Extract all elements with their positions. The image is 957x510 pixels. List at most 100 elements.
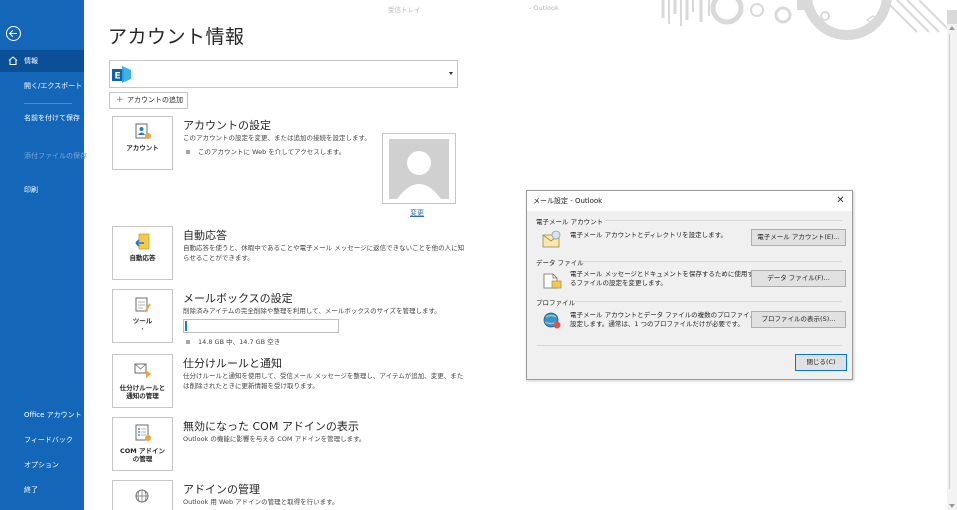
- sidebar-item-label: 終了: [24, 486, 38, 494]
- window-title-app: - Outlook: [529, 4, 559, 12]
- data-files-icon: [543, 273, 562, 289]
- account-settings-title: アカウントの設定: [183, 119, 271, 132]
- tile-label: COM アドイン の管理: [113, 447, 172, 463]
- profiles-desc: 電子メール アカウントとデータ ファイルの複数のプロファイルを 設定します。通常…: [570, 311, 763, 328]
- sidebar-item-open-export[interactable]: 開く/エクスポート: [0, 75, 84, 97]
- data-files-group-title: データ ファイル: [536, 259, 584, 267]
- sidebar-item-label: Office アカウント: [24, 411, 82, 419]
- plus-icon: +: [116, 95, 124, 105]
- header-decoration-art: [661, 0, 957, 40]
- mailbox-usage-bar: [183, 319, 339, 333]
- scroll-down-icon[interactable]: [949, 504, 955, 508]
- scroll-up-icon[interactable]: [949, 26, 955, 30]
- account-settings-button[interactable]: アカウント: [112, 116, 173, 170]
- addins-desc: Outlook 用 Web アドインの管理と取得を行います。: [183, 498, 339, 506]
- dialog-title: メール設定 - Outlook: [533, 197, 603, 205]
- tile-label-line: ツール: [132, 317, 153, 325]
- tile-label: 仕分けルールと 通知の管理: [113, 384, 172, 400]
- mailbox-settings-desc: 削除済みアイテムの完全削除や整理を利用して、メールボックスのサイズを管理します。: [183, 307, 441, 315]
- email-accounts-desc: 電子メール アカウントとディレクトリを設定します。: [570, 231, 727, 239]
- web-access-link[interactable]: このアカウントに Web を介してアクセスします。: [186, 146, 345, 156]
- tile-label-line: 仕分けルールと: [119, 384, 166, 392]
- com-addins-desc: Outlook の機能に影響を与える COM アドインを管理します。: [183, 435, 366, 443]
- mailbox-free-space: 14.8 GB 中、14.7 GB 空き: [186, 336, 280, 346]
- com-addins-title: 無効になった COM アドインの表示: [183, 420, 359, 433]
- rules-alerts-title: 仕分けルールと通知: [183, 357, 282, 370]
- automatic-replies-desc: 自動応答を使うと、休暇中であることや電子メール メッセージに返信できないことを他…: [183, 244, 465, 262]
- sidebar-item-label: 添付ファイルの保存: [24, 152, 87, 160]
- account-selector[interactable]: E: [109, 60, 458, 88]
- sidebar-item-office-account[interactable]: Office アカウント: [0, 404, 84, 426]
- sidebar-item-options[interactable]: オプション: [0, 454, 84, 476]
- tile-label: ツール ·: [113, 317, 172, 333]
- sidebar-item-label: フィードバック: [24, 436, 73, 444]
- chevron-down-icon: [449, 72, 453, 75]
- com-addins-icon: [135, 424, 151, 441]
- page-title: アカウント情報: [108, 26, 245, 48]
- sidebar-item-save-attachments: 添付ファイルの保存: [0, 145, 87, 167]
- change-photo-link[interactable]: 変更: [410, 208, 424, 218]
- sidebar-item-info[interactable]: 情報: [0, 50, 84, 72]
- footer-divider: [537, 345, 842, 346]
- home-icon: [8, 56, 18, 65]
- sidebar-item-save-as[interactable]: 名前を付けて保存: [0, 107, 84, 129]
- close-icon[interactable]: ✕: [835, 195, 846, 206]
- tile-label: アカウント: [113, 144, 172, 152]
- back-arrow-icon[interactable]: [6, 26, 21, 41]
- addins-title: アドインの管理: [183, 483, 260, 496]
- sidebar-item-feedback[interactable]: フィードバック: [0, 429, 84, 451]
- globe-addins-icon: [135, 489, 149, 503]
- sidebar-divider: [24, 103, 72, 104]
- svg-text:E: E: [115, 72, 121, 82]
- tile-label-line: COM アドイン: [119, 447, 166, 455]
- tile-label-chevron: ·: [141, 325, 144, 333]
- rules-alerts-icon: [134, 363, 151, 378]
- add-account-button[interactable]: + アカウントの追加: [109, 92, 188, 109]
- add-account-label: アカウントの追加: [127, 96, 183, 104]
- data-files-button[interactable]: データ ファイル(F)...: [751, 270, 846, 287]
- email-accounts-icon: [542, 230, 561, 248]
- sidebar-item-label: 印刷: [24, 186, 38, 194]
- email-accounts-group-title: 電子メール アカウント: [536, 218, 604, 226]
- group-divider: [605, 220, 842, 221]
- sidebar-item-label: オプション: [24, 461, 59, 469]
- automatic-replies-title: 自動応答: [183, 229, 227, 242]
- mailbox-tools-button[interactable]: ツール ·: [112, 289, 173, 343]
- manage-com-addins-button[interactable]: COM アドイン の管理: [112, 417, 173, 471]
- profiles-icon: [543, 312, 561, 329]
- account-settings-desc: このアカウントの設定を変更、または追加の接続を設定します。: [183, 134, 371, 142]
- person-silhouette-icon: [389, 139, 449, 199]
- account-avatar: [382, 133, 456, 204]
- sidebar-item-label: 情報: [24, 57, 38, 65]
- dialog-titlebar: メール設定 - Outlook: [527, 191, 852, 211]
- mailbox-settings-title: メールボックスの設定: [183, 292, 293, 305]
- email-accounts-button[interactable]: 電子メール アカウント(E)...: [751, 229, 846, 246]
- close-button[interactable]: 閉じる(C): [795, 354, 847, 371]
- manage-addins-button[interactable]: [112, 480, 173, 510]
- rules-alerts-desc: 仕分けルールと通知を使用して、受信メール メッセージを整理し、アイテムが追加、変…: [183, 372, 464, 390]
- mailbox-tools-icon: [135, 297, 151, 313]
- scrollbar-thumb[interactable]: [949, 34, 955, 489]
- account-settings-icon: [135, 123, 151, 139]
- group-divider: [575, 301, 842, 302]
- automatic-replies-button[interactable]: 自動応答: [112, 226, 173, 280]
- vertical-scrollbar[interactable]: [947, 24, 957, 510]
- exchange-account-icon: E: [112, 66, 131, 83]
- manage-rules-button[interactable]: 仕分けルールと 通知の管理: [112, 354, 173, 408]
- automatic-replies-icon: [135, 233, 150, 250]
- sidebar-item-label: 開く/エクスポート: [24, 82, 83, 90]
- mailbox-usage-fill: [185, 321, 187, 331]
- tile-label-line: の管理: [132, 455, 153, 463]
- tile-label-line: 通知の管理: [126, 392, 159, 400]
- tile-label-line: アカウント: [126, 144, 159, 152]
- window-title-folder: 受信トレイ: [388, 6, 421, 14]
- sidebar-item-label: 名前を付けて保存: [24, 114, 80, 122]
- sidebar-item-print[interactable]: 印刷: [0, 179, 84, 201]
- mail-setup-dialog: メール設定 - Outlook ✕ 電子メール アカウント 電子メール アカウン…: [526, 190, 853, 380]
- data-files-desc: 電子メール メッセージとドキュメントを保存するために使用す るファイルの設定を変…: [570, 270, 754, 287]
- show-profiles-button[interactable]: プロファイルの表示(S)...: [751, 311, 846, 328]
- sidebar-item-exit[interactable]: 終了: [0, 479, 84, 501]
- tile-label: 自動応答: [129, 254, 156, 262]
- profiles-group-title: プロファイル: [536, 299, 575, 307]
- group-divider: [582, 261, 842, 262]
